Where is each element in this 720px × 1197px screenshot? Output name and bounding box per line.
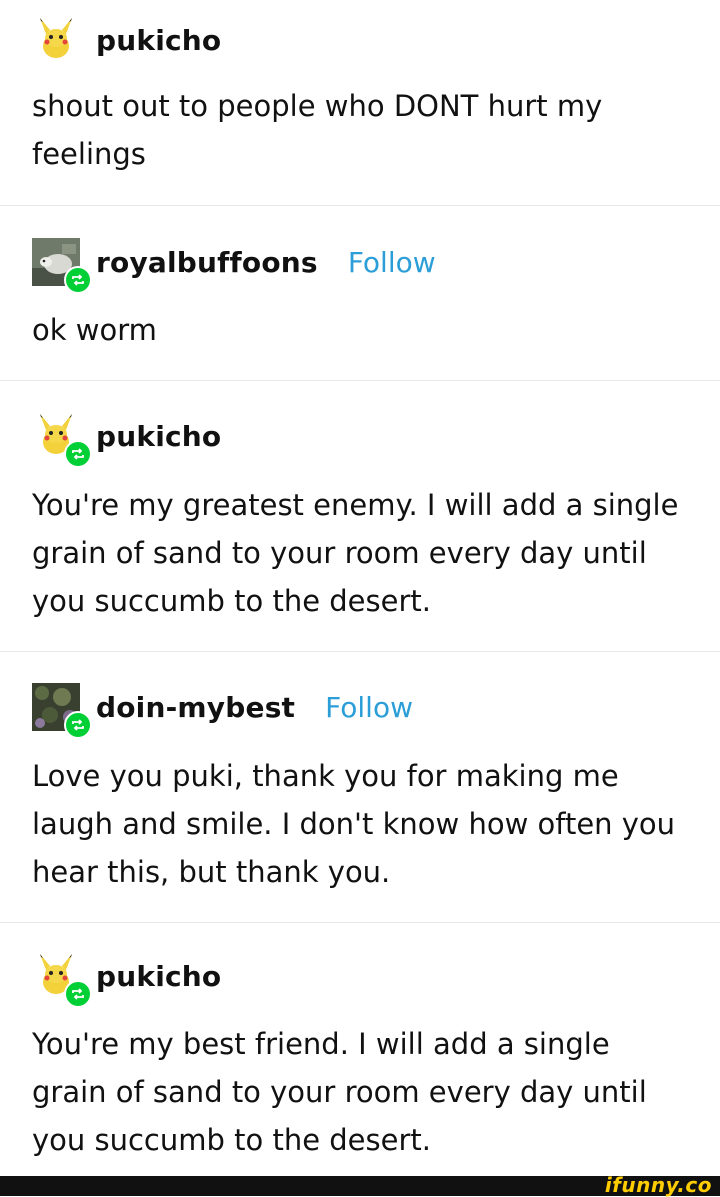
username[interactable]: doin-mybest <box>96 691 295 724</box>
avatar[interactable] <box>32 238 92 294</box>
username[interactable]: pukicho <box>96 24 221 57</box>
avatar[interactable] <box>32 683 92 739</box>
username[interactable]: royalbuffoons <box>96 246 318 279</box>
reblog-badge <box>64 711 92 739</box>
avatar[interactable] <box>32 16 80 64</box>
avatar[interactable] <box>32 952 92 1008</box>
pikachu-avatar-icon <box>40 18 72 58</box>
post-text: You're my greatest enemy. I will add a s… <box>32 488 679 618</box>
post-header: pukicho <box>32 406 221 468</box>
post-text: You're my best friend. I will add a sing… <box>32 1027 647 1157</box>
post-text: shout out to people who DONT hurt my fee… <box>32 89 603 171</box>
follow-button[interactable]: Follow <box>348 246 436 279</box>
post-header: pukicho <box>32 10 221 70</box>
divider <box>0 651 720 652</box>
username[interactable]: pukicho <box>96 960 221 993</box>
reblog-icon <box>72 274 84 286</box>
reblog-badge <box>64 980 92 1008</box>
reblog-badge <box>64 266 92 294</box>
post-header: pukicho <box>32 946 221 1008</box>
reblog-icon <box>72 719 84 731</box>
reblog-icon <box>72 988 84 1000</box>
watermark-bar: ifunny.co <box>0 1173 720 1197</box>
ifunny-watermark: ifunny.co <box>604 1173 712 1197</box>
username[interactable]: pukicho <box>96 420 221 453</box>
post-header: royalbuffoons Follow <box>32 232 436 294</box>
post-text: Love you puki, thank you for making me l… <box>32 759 676 889</box>
divider <box>0 205 720 206</box>
divider <box>0 922 720 923</box>
divider <box>0 380 720 381</box>
post-header: doin-mybest Follow <box>32 677 413 739</box>
avatar[interactable] <box>32 412 92 468</box>
reblog-icon <box>72 448 84 460</box>
follow-button[interactable]: Follow <box>325 691 413 724</box>
post-text: ok worm <box>32 313 157 347</box>
reblog-badge <box>64 440 92 468</box>
